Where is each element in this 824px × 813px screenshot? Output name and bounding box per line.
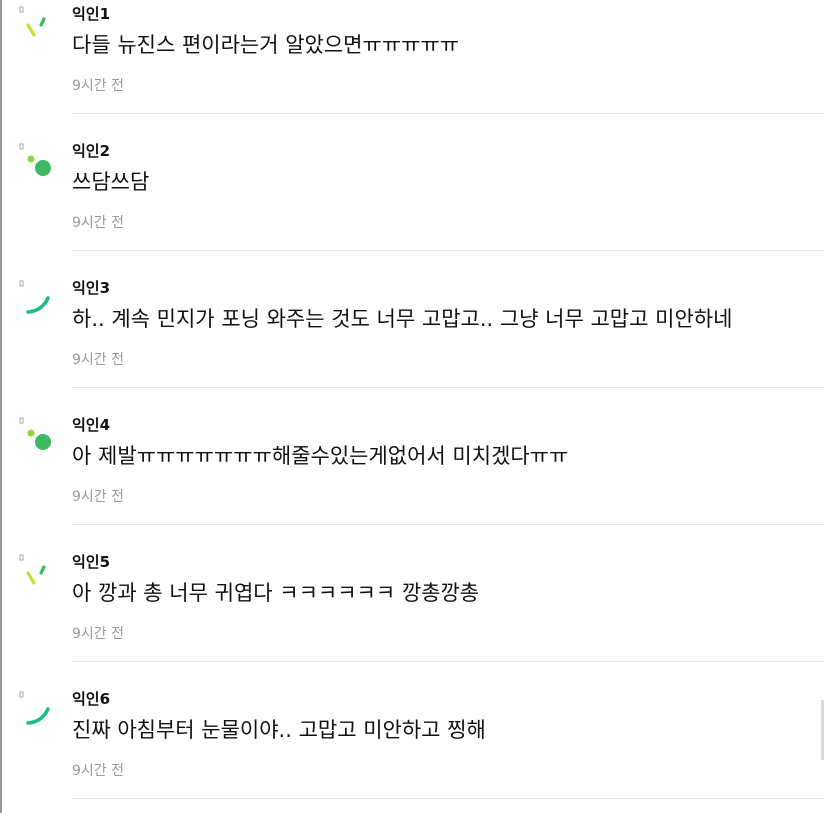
comment-divider — [72, 113, 824, 114]
comment-item: 익인5 아 깡과 총 너무 귀엽다 ㅋㅋㅋㅋㅋㅋ 깡총깡총 9시간 전 — [2, 548, 824, 685]
comment-author[interactable]: 익인3 — [72, 278, 110, 298]
comment-divider — [72, 661, 824, 662]
comment-list: 익인1 다들 뉴진스 편이라는거 알았으면ㅠㅠㅠㅠㅠ 9시간 전 익인2 쓰담쓰… — [0, 0, 824, 813]
comment-timestamp: 9시간 전 — [72, 626, 124, 642]
comment-divider — [72, 250, 824, 251]
comment-divider — [72, 524, 824, 525]
comment-author[interactable]: 익인5 — [72, 552, 110, 572]
comment-body: 하.. 계속 민지가 포닝 와주는 것도 너무 고맙고.. 그냥 너무 고맙고 … — [72, 307, 733, 331]
comment-author[interactable]: 익인4 — [72, 415, 110, 435]
comment-item: 익인1 다들 뉴진스 편이라는거 알았으면ㅠㅠㅠㅠㅠ 9시간 전 — [2, 0, 824, 137]
comment-timestamp: 9시간 전 — [72, 215, 124, 231]
comment-item: 익인6 진짜 아침부터 눈물이야.. 고맙고 미안하고 찡해 9시간 전 — [2, 685, 824, 813]
comment-body: 쓰담쓰담 — [72, 170, 150, 194]
comment-body: 진짜 아침부터 눈물이야.. 고맙고 미안하고 찡해 — [72, 718, 486, 742]
comment-body: 다들 뉴진스 편이라는거 알았으면ㅠㅠㅠㅠㅠ — [72, 33, 460, 57]
comment-author[interactable]: 익인1 — [72, 4, 110, 24]
comment-timestamp: 9시간 전 — [72, 78, 124, 94]
arc-avatar-icon[interactable] — [18, 279, 58, 319]
comment-timestamp: 9시간 전 — [72, 763, 124, 779]
dash-avatar-icon[interactable] — [18, 5, 58, 45]
dash-avatar-icon[interactable] — [18, 553, 58, 593]
comment-author[interactable]: 익인6 — [72, 689, 110, 709]
comment-item: 익인2 쓰담쓰담 9시간 전 — [2, 137, 824, 274]
dot-circle-avatar-icon[interactable] — [18, 142, 58, 182]
comment-timestamp: 9시간 전 — [72, 489, 124, 505]
comment-item: 익인4 아 제발ㅠㅠㅠㅠㅠㅠㅠ해줄수있는게없어서 미치겠다ㅠㅠ 9시간 전 — [2, 411, 824, 548]
comment-item: 익인3 하.. 계속 민지가 포닝 와주는 것도 너무 고맙고.. 그냥 너무 … — [2, 274, 824, 411]
comment-divider — [72, 798, 824, 799]
dot-circle-avatar-icon[interactable] — [18, 416, 58, 456]
arc-avatar-icon[interactable] — [18, 690, 58, 730]
comment-body: 아 제발ㅠㅠㅠㅠㅠㅠㅠ해줄수있는게없어서 미치겠다ㅠㅠ — [72, 444, 569, 468]
comment-author[interactable]: 익인2 — [72, 141, 110, 161]
comment-body: 아 깡과 총 너무 귀엽다 ㅋㅋㅋㅋㅋㅋ 깡총깡총 — [72, 581, 480, 605]
comment-divider — [72, 387, 824, 388]
comment-timestamp: 9시간 전 — [72, 352, 124, 368]
